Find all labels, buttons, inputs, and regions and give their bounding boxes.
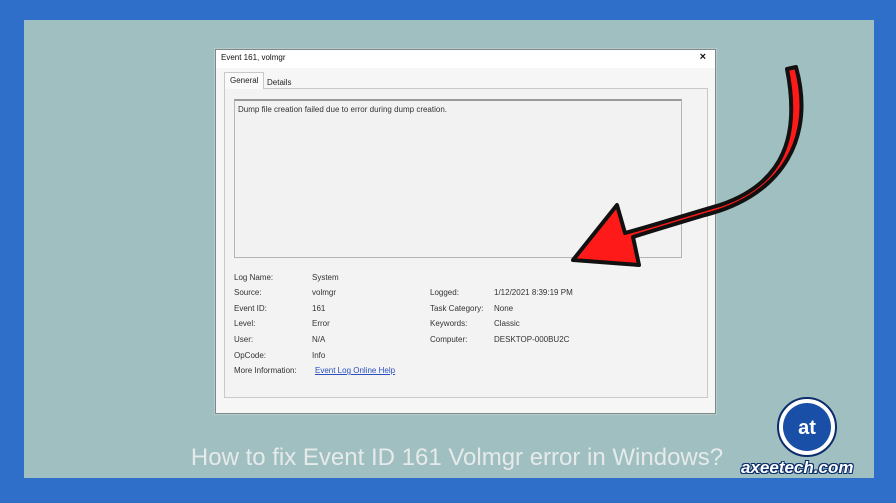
opcode-value: Info [312,351,326,360]
event-log-online-help-link[interactable]: Event Log Online Help [315,366,395,375]
task-category-value: None [494,304,514,313]
keywords-value: Classic [494,319,520,328]
dialog-title: Event 161, volmgr [221,53,286,62]
computer-label: Computer: [430,335,468,344]
level-value: Error [312,319,330,328]
source-value: volmgr [312,288,337,297]
event-id-label: Event ID: [234,304,267,313]
task-category-label: Task Category: [430,304,484,313]
more-information-label: More Information: [234,366,297,375]
logo-letters: at [798,417,816,439]
opcode-label: OpCode: [234,351,267,360]
event-id-value: 161 [312,304,326,313]
logged-label: Logged: [430,288,459,297]
axeetech-logo-icon: at [777,397,837,457]
user-value: N/A [312,335,326,344]
log-name-value: System [312,273,339,282]
source-label: Source: [234,288,262,297]
event-message-text: Dump file creation failed due to error d… [238,105,447,114]
tab-general[interactable]: General [224,72,265,89]
brand-text: axeetech.com [741,458,854,477]
user-label: User: [234,335,254,344]
computer-value: DESKTOP-000BU2C [494,335,570,344]
log-name-label: Log Name: [234,273,274,282]
level-label: Level: [234,319,256,328]
red-curved-arrow-icon [571,65,804,267]
keywords-label: Keywords: [430,319,468,328]
